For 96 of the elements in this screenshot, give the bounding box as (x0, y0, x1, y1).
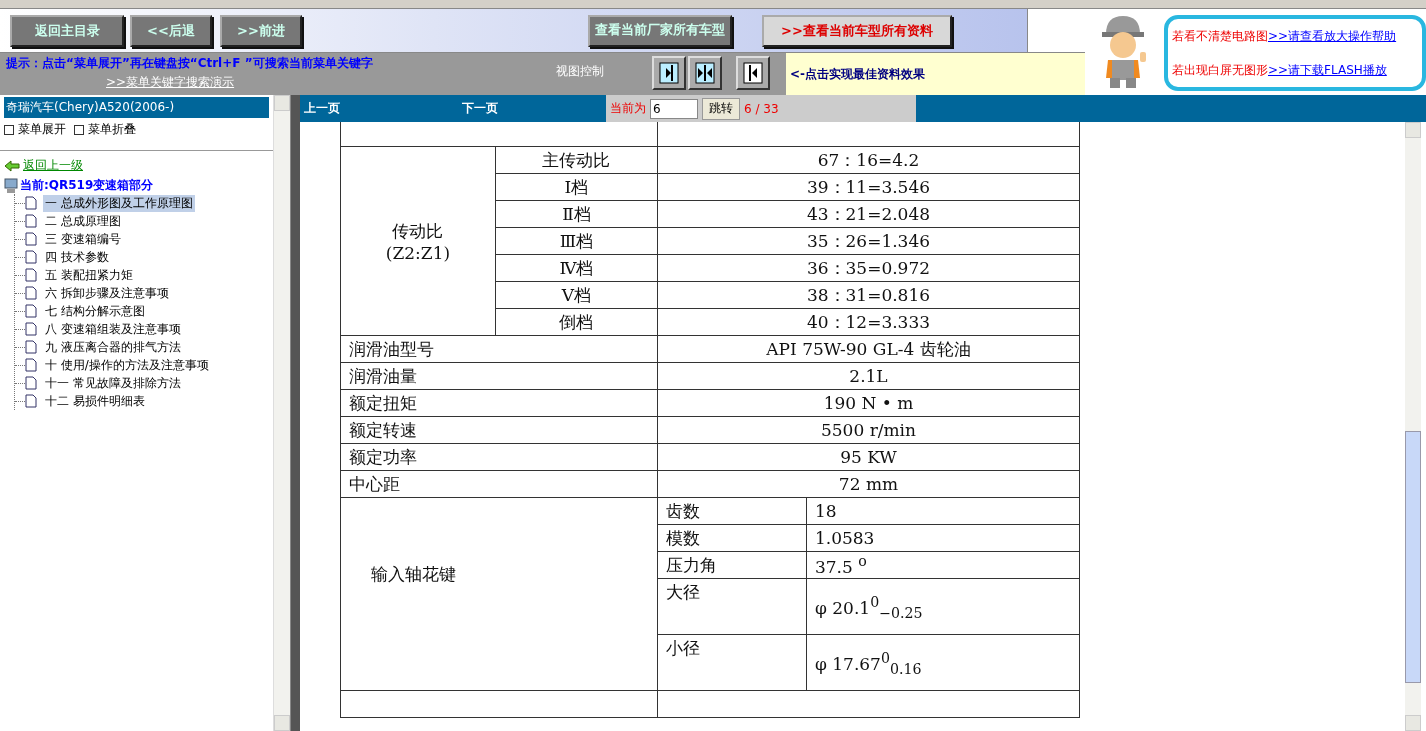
table-cell: Ⅲ档 (495, 227, 658, 255)
table-cell: Ⅳ档 (495, 254, 658, 282)
nav-button[interactable]: >>前进 (220, 14, 302, 47)
menu-icon (74, 124, 84, 135)
document-icon (25, 250, 37, 264)
menu-item[interactable]: 十一 常见故障及排除方法 (43, 374, 183, 392)
page-input[interactable]: 6 (650, 98, 698, 119)
model-documents-button[interactable]: >>查看当前车型所有资料 (762, 14, 952, 47)
menu-item[interactable]: 九 液压离合器的排气方法 (43, 338, 183, 356)
document-icon (25, 358, 37, 372)
nav-button[interactable]: 返回主目录 (10, 14, 124, 47)
document-icon (25, 232, 37, 246)
table-cell: 35：26=1.346 (657, 227, 1080, 255)
go-button[interactable]: 跳转 (702, 97, 740, 120)
menu-item[interactable]: 十二 易损件明细表 (43, 392, 147, 410)
help-link[interactable]: >>请下载FLASH播放 (1268, 61, 1387, 79)
model-title: 奇瑞汽车(Chery)A520(2006-) (4, 97, 269, 118)
table-cell: 传动比 (Z2:Z1) (340, 146, 496, 336)
table-cell: 37.5 $^{o}$ (806, 551, 1080, 579)
view-button[interactable] (652, 56, 686, 90)
view-button[interactable] (688, 56, 722, 90)
table-cell: 43：21=2.048 (657, 200, 1080, 228)
current-page-label: 当前为 (610, 100, 646, 117)
hint-text: 提示：点击“菜单展开”再在键盘按“Ctrl+F ”可搜索当前菜单关键字 (6, 55, 374, 72)
table-cell: 大径 (657, 578, 807, 635)
menu-item[interactable]: 二 总成原理图 (43, 212, 123, 230)
prev-page-link[interactable]: 上一页 (304, 100, 462, 117)
help-text: 若看不清楚电路图 (1172, 27, 1268, 45)
next-page-link[interactable]: 下一页 (462, 100, 606, 117)
table-cell: 38：31=0.816 (657, 281, 1080, 309)
table-cell: 2.1L (657, 362, 1080, 390)
menu-icon (4, 124, 14, 135)
table-cell: 额定功率 (340, 443, 658, 471)
table-cell: API 75W-90 GL-4 齿轮油 (657, 335, 1080, 363)
help-link[interactable]: >>请查看放大操作帮助 (1268, 27, 1397, 45)
nav-button[interactable]: <<后退 (130, 14, 212, 47)
table-cell: 输入轴花键 (340, 497, 658, 691)
table-cell: 额定转速 (340, 416, 658, 444)
view-button[interactable] (736, 56, 770, 90)
table-cell: 95 KW (657, 443, 1080, 471)
menu-item[interactable]: 八 变速箱组装及注意事项 (43, 320, 183, 338)
menu-item[interactable]: 五 装配扭紧力矩 (43, 266, 135, 284)
table-cell: 主传动比 (495, 146, 658, 174)
table-cell: 模数 (657, 524, 807, 552)
back-arrow-icon (4, 159, 20, 172)
table-cell: Ⅱ档 (495, 200, 658, 228)
menu-item[interactable]: 四 技术参数 (43, 248, 111, 266)
document-icon (25, 286, 37, 300)
scrollbar[interactable] (1405, 122, 1421, 731)
splitter-handle[interactable] (291, 95, 300, 731)
arrows-inward-icon (694, 61, 716, 85)
document-icon (25, 376, 37, 390)
back-link[interactable]: 返回上一级 (23, 157, 83, 174)
table-cell: 额定扭矩 (340, 389, 658, 417)
table-cell: 18 (806, 497, 1080, 525)
document-icon (25, 268, 37, 282)
document-icon (25, 322, 37, 336)
document-icon (25, 394, 37, 408)
document-icon (25, 214, 37, 228)
arrow-right-icon (658, 61, 680, 85)
table-cell: 72 mm (657, 470, 1080, 498)
scrollbar[interactable] (273, 95, 290, 731)
table-cell: Ⅴ档 (495, 281, 658, 309)
document-icon (25, 196, 37, 210)
document-icon (25, 304, 37, 318)
view-note: <-点击实现最佳资料效果 (786, 53, 1085, 95)
page-count: 6 / 33 (744, 101, 779, 116)
table-cell: 40：12=3.333 (657, 308, 1080, 336)
expand-menu-link[interactable]: 菜单展开 (18, 121, 66, 138)
table-cell: 1.0583 (806, 524, 1080, 552)
menu-item[interactable]: 七 结构分解示意图 (43, 302, 147, 320)
table-cell: 中心距 (340, 470, 658, 498)
table-cell: 190 N • m (657, 389, 1080, 417)
menu-item[interactable]: 十 使用/操作的方法及注意事项 (43, 356, 211, 374)
table-cell: 39：11=3.546 (657, 173, 1080, 201)
maker-models-button[interactable]: 查看当前厂家所有车型 (588, 14, 732, 47)
table-cell: Ⅰ档 (495, 173, 658, 201)
table-cell: 压力角 (657, 551, 807, 579)
table-cell: 36：35=0.972 (657, 254, 1080, 282)
table-cell: 小径 (657, 634, 807, 691)
table-cell: 润滑油型号 (340, 335, 658, 363)
view-control-label: 视图控制 (556, 63, 605, 80)
table-cell: 齿数 (657, 497, 807, 525)
table-cell: 67：16=4.2 (657, 146, 1080, 174)
collapse-menu-link[interactable]: 菜单折叠 (88, 121, 136, 138)
table-cell: 倒档 (495, 308, 658, 336)
current-section: 当前:QR519变速箱部分 (20, 177, 154, 194)
menu-item[interactable]: 一 总成外形图及工作原理图 (43, 194, 195, 212)
menu-item[interactable]: 六 拆卸步骤及注意事项 (43, 284, 171, 302)
menu-item[interactable]: 三 变速箱编号 (43, 230, 123, 248)
table-cell: 润滑油量 (340, 362, 658, 390)
help-text: 若出现白屏无图形 (1172, 61, 1268, 79)
document-icon (25, 340, 37, 354)
table-cell: 5500 r/min (657, 416, 1080, 444)
computer-icon (4, 177, 18, 194)
arrow-left-icon (742, 61, 764, 85)
